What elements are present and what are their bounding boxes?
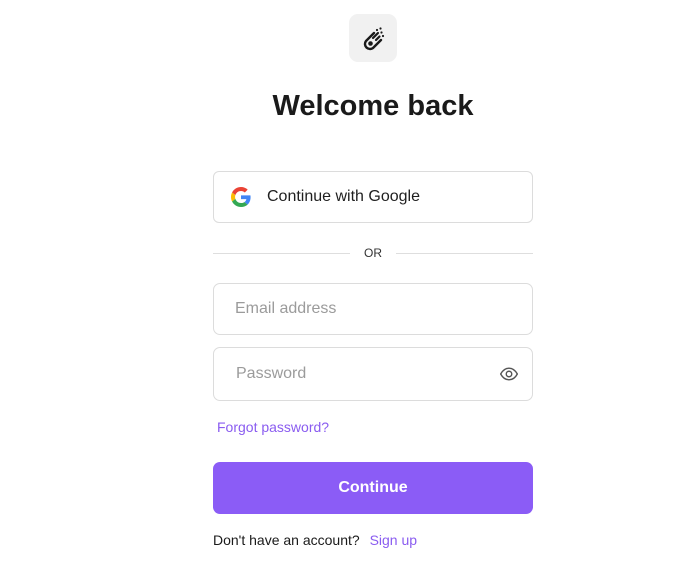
comet-icon bbox=[363, 27, 385, 51]
signup-prompt: Don't have an account? bbox=[213, 532, 360, 548]
sign-up-link[interactable]: Sign up bbox=[370, 532, 417, 548]
divider-label: OR bbox=[364, 246, 382, 260]
signup-row: Don't have an account? Sign up bbox=[213, 532, 417, 548]
email-field-container bbox=[213, 283, 533, 335]
divider-line-right bbox=[396, 252, 533, 254]
page-title: Welcome back bbox=[272, 90, 474, 122]
forgot-password-link[interactable]: Forgot password? bbox=[217, 419, 329, 435]
password-input[interactable] bbox=[214, 348, 532, 400]
email-input[interactable] bbox=[214, 284, 532, 334]
divider-line-left bbox=[213, 252, 350, 254]
eye-icon bbox=[499, 367, 519, 381]
google-button-label: Continue with Google bbox=[267, 188, 420, 205]
show-password-toggle[interactable] bbox=[498, 363, 520, 385]
google-icon bbox=[231, 187, 251, 207]
password-field-container bbox=[213, 347, 533, 401]
app-logo bbox=[349, 14, 397, 62]
or-divider: OR bbox=[213, 243, 533, 263]
continue-button[interactable]: Continue bbox=[213, 462, 533, 514]
continue-with-google-button[interactable]: Continue with Google bbox=[213, 171, 533, 223]
